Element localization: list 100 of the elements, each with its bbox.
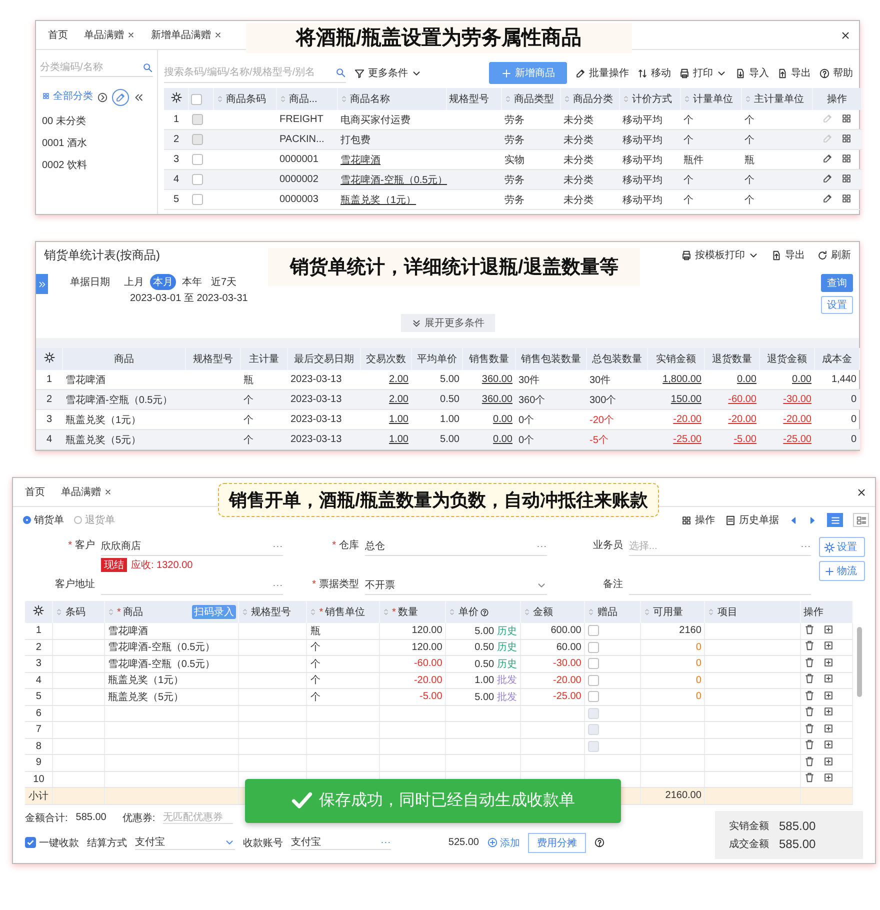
grid-icon[interactable]: [841, 192, 852, 204]
toolbar-button[interactable]: 历史单据: [725, 513, 779, 527]
expand-more-button[interactable]: 展开更多条件: [400, 314, 494, 332]
add-row-icon[interactable]: [823, 722, 834, 734]
toolbar-button[interactable]: 刷新: [817, 248, 851, 262]
edit-icon[interactable]: [822, 172, 833, 184]
table-cell[interactable]: -20.00: [673, 414, 702, 425]
table-cell[interactable]: 360.00: [482, 374, 512, 385]
grid-icon[interactable]: [841, 132, 852, 144]
trash-icon[interactable]: [804, 624, 816, 635]
toolbar-button[interactable]: 导出: [771, 248, 805, 262]
search-field[interactable]: 搜索条码/编码/名称/规格型号/别名: [164, 67, 335, 78]
add-row-icon[interactable]: [823, 706, 834, 718]
add-row-icon[interactable]: [823, 640, 834, 652]
period-chip[interactable]: 本月: [150, 274, 176, 290]
tab[interactable]: 单品满赠: [76, 21, 143, 49]
trash-icon[interactable]: [804, 706, 816, 718]
add-link[interactable]: 添加: [487, 836, 520, 850]
grid-icon[interactable]: [841, 172, 852, 184]
add-row-icon[interactable]: [823, 690, 834, 701]
expand-button[interactable]: [36, 274, 48, 294]
settings-icon[interactable]: [44, 352, 54, 363]
category-item[interactable]: 全部分类: [40, 89, 93, 103]
add-row-icon[interactable]: [823, 772, 834, 784]
checkbox[interactable]: [588, 674, 600, 686]
trash-icon[interactable]: [804, 756, 816, 767]
circle-arrow-icon[interactable]: [97, 92, 108, 103]
close-icon[interactable]: [214, 31, 222, 39]
checkbox[interactable]: [588, 658, 600, 670]
scrollbar[interactable]: [857, 627, 862, 697]
checkbox[interactable]: [588, 691, 600, 702]
side-button[interactable]: 物流: [819, 561, 865, 581]
settings-icon[interactable]: [170, 92, 182, 103]
add-row-icon[interactable]: [823, 739, 834, 750]
toolbar-button[interactable]: 操作: [681, 513, 715, 527]
close-icon[interactable]: [127, 31, 135, 39]
close-icon[interactable]: [104, 488, 112, 496]
toolbar-button[interactable]: 帮助: [819, 66, 853, 80]
edit-icon[interactable]: [112, 89, 129, 106]
grid-icon[interactable]: [841, 152, 852, 164]
checkbox[interactable]: [192, 154, 202, 165]
toolbar-button[interactable]: 批量操作: [575, 66, 629, 80]
toolbar-button[interactable]: 导出: [777, 66, 811, 80]
triangle-left-icon[interactable]: [789, 516, 798, 524]
tab[interactable]: 单品满赠: [53, 478, 120, 506]
toolbar-button[interactable]: 打印: [679, 66, 727, 80]
action-button[interactable]: 设置: [821, 296, 853, 314]
split-button[interactable]: 费用分摊: [528, 832, 586, 852]
coupon-field[interactable]: 无匹配优惠券: [163, 812, 234, 824]
trash-icon[interactable]: [804, 690, 816, 701]
table-cell[interactable]: 0.00: [792, 374, 812, 385]
view-toggle[interactable]: [827, 513, 843, 527]
triangle-right-icon[interactable]: [808, 516, 817, 524]
trash-icon[interactable]: [804, 640, 816, 652]
double-chevron-left-icon[interactable]: [133, 92, 144, 103]
close-icon[interactable]: [840, 30, 851, 40]
table-cell[interactable]: 0.00: [493, 414, 512, 425]
search-field[interactable]: 分类编码/名称: [40, 62, 142, 72]
table-cell[interactable]: 0.00: [737, 374, 756, 385]
table-cell[interactable]: 1,800.00: [662, 374, 702, 385]
trash-icon[interactable]: [804, 722, 816, 734]
trash-icon[interactable]: [804, 673, 816, 684]
category-item[interactable]: 00 未分类: [40, 114, 86, 128]
period-chip[interactable]: 上月: [121, 274, 147, 290]
checkbox[interactable]: [588, 625, 600, 636]
checkbox[interactable]: [588, 642, 600, 653]
side-button[interactable]: 设置: [819, 537, 865, 557]
filter-button[interactable]: 更多条件: [354, 66, 422, 80]
period-chip[interactable]: 本年: [179, 274, 205, 290]
category-item[interactable]: 0002 饮料: [40, 158, 88, 172]
checkbox[interactable]: [192, 174, 202, 185]
add-row-icon[interactable]: [823, 624, 834, 635]
period-chip[interactable]: 近7天: [208, 274, 240, 290]
toolbar-button[interactable]: 移动: [637, 66, 671, 80]
table-cell[interactable]: 2.00: [389, 374, 408, 385]
close-icon[interactable]: [856, 486, 867, 498]
category-item[interactable]: 0001 酒水: [40, 136, 88, 150]
checkbox[interactable]: [192, 194, 202, 205]
tab[interactable]: 首页: [40, 21, 76, 49]
add-row-icon[interactable]: [823, 673, 834, 684]
table-cell[interactable]: -20.00: [728, 414, 756, 425]
trash-icon[interactable]: [804, 739, 816, 750]
grid-icon[interactable]: [841, 112, 852, 124]
trash-icon[interactable]: [804, 772, 816, 784]
table-cell[interactable]: 瓶盖兑奖（1元）: [340, 194, 416, 206]
tab[interactable]: 新增单品满赠: [143, 21, 230, 49]
settlement-select[interactable]: 支付宝: [135, 835, 235, 850]
toolbar-button[interactable]: 导入: [735, 66, 769, 80]
input-field[interactable]: 总仓: [365, 537, 547, 556]
table-cell[interactable]: -20.00: [783, 414, 812, 425]
input-field[interactable]: 欣欣商店: [101, 537, 283, 556]
edit-icon[interactable]: [822, 152, 833, 164]
edit-icon[interactable]: [822, 192, 833, 204]
tab[interactable]: 首页: [17, 478, 53, 506]
account-picker[interactable]: 支付宝: [291, 835, 391, 850]
add-row-icon[interactable]: [823, 656, 834, 668]
table-cell[interactable]: 1.00: [389, 414, 408, 425]
view-toggle[interactable]: [853, 513, 869, 527]
radio-option[interactable]: 销货单: [23, 513, 64, 527]
settings-icon[interactable]: [33, 605, 44, 616]
